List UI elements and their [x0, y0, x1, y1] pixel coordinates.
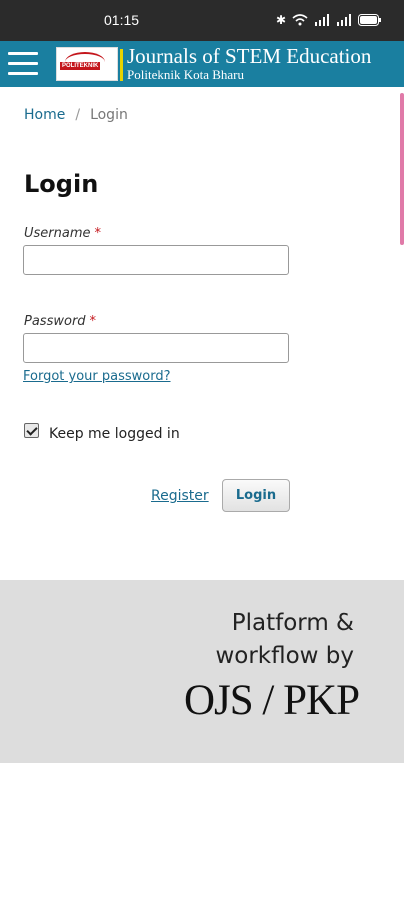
site-subtitle: Politeknik Kota Bharu	[127, 67, 244, 82]
header-separator	[120, 49, 123, 81]
wifi-icon	[292, 14, 308, 26]
breadcrumb-current: Login	[90, 107, 128, 123]
footer-platform-line2: workflow by	[215, 643, 354, 669]
footer-platform-line1: Platform &	[231, 610, 354, 636]
remember-label: Keep me logged in	[49, 426, 180, 442]
site-title[interactable]: Journals of STEM Education	[127, 44, 371, 69]
required-mark: *	[94, 226, 102, 241]
register-link[interactable]: Register	[151, 488, 209, 504]
page-title: Login	[24, 170, 99, 198]
password-field[interactable]	[23, 333, 289, 363]
logo-text: POLITEKNIK	[60, 62, 101, 70]
password-label: Password *	[24, 314, 97, 329]
bluetooth-icon: ✱	[275, 13, 286, 27]
breadcrumb-separator: /	[75, 107, 81, 123]
remember-checkbox[interactable]	[24, 423, 39, 438]
breadcrumb-home[interactable]: Home	[24, 107, 65, 123]
signal-icon-2	[337, 14, 351, 26]
login-button[interactable]: Login	[222, 479, 290, 512]
status-bar: 01:15 ✱	[0, 0, 404, 41]
username-field[interactable]	[23, 245, 289, 275]
breadcrumb: Home / Login	[24, 107, 128, 123]
footer	[0, 580, 404, 763]
username-label: Username *	[24, 226, 101, 241]
footer-ojs-pkp-logo[interactable]: OJS / PKP	[184, 676, 360, 725]
forgot-password-link[interactable]: Forgot your password?	[23, 369, 171, 384]
battery-icon	[358, 14, 381, 26]
required-mark: *	[89, 314, 97, 329]
status-time: 01:15	[104, 12, 140, 28]
scrollbar[interactable]	[400, 93, 404, 245]
menu-icon[interactable]	[8, 52, 38, 76]
site-logo[interactable]: POLITEKNIK	[56, 47, 118, 81]
status-icons: ✱	[276, 13, 382, 27]
signal-icon	[315, 14, 329, 26]
